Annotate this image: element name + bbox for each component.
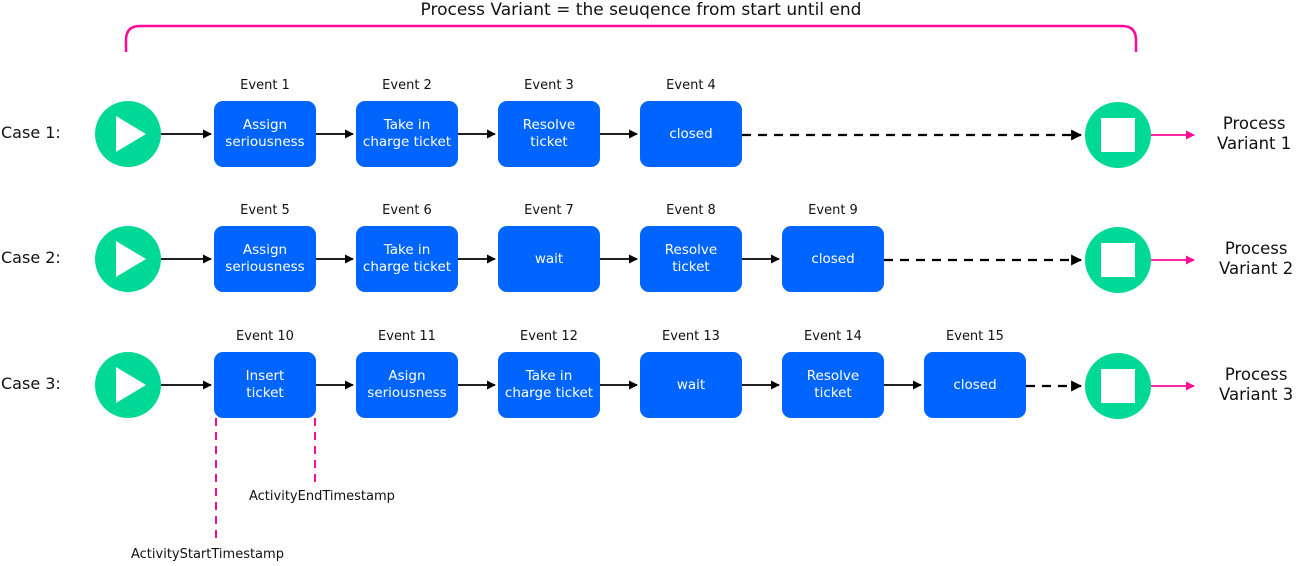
event-label: Event 2	[382, 78, 432, 93]
case-label: Case 3:	[1, 374, 61, 393]
event-label: Event 6	[382, 203, 432, 218]
event-label: Event 15	[946, 329, 1004, 344]
activity-box[interactable]: Resolve ticket	[782, 352, 884, 418]
stop-icon	[1101, 243, 1135, 277]
activity-box[interactable]: Assign seriousness	[214, 226, 316, 292]
event-label: Event 8	[666, 203, 716, 218]
activity-box[interactable]: closed	[782, 226, 884, 292]
event-label: Event 11	[378, 329, 436, 344]
event-label: Event 9	[808, 203, 858, 218]
variant-bracket	[124, 24, 1138, 52]
event-label: Event 3	[524, 78, 574, 93]
activity-box[interactable]: Take in charge ticket	[356, 101, 458, 167]
stop-icon	[1101, 369, 1135, 403]
activity-box[interactable]: closed	[640, 101, 742, 167]
event-label: Event 10	[236, 329, 294, 344]
event-label: Event 14	[804, 329, 862, 344]
process-variant-label: Process Variant 3	[1219, 365, 1294, 404]
event-label: Event 12	[520, 329, 578, 344]
activity-box[interactable]: Resolve ticket	[498, 101, 600, 167]
event-label: Event 7	[524, 203, 574, 218]
activity-box[interactable]: Asign seriousness	[356, 352, 458, 418]
stop-icon	[1101, 118, 1135, 152]
event-label: Event 13	[662, 329, 720, 344]
case-label: Case 1:	[1, 123, 61, 142]
activity-box[interactable]: Take in charge ticket	[356, 226, 458, 292]
event-label: Event 1	[240, 78, 290, 93]
activity-box[interactable]: Insert ticket	[214, 352, 316, 418]
process-variant-label: Process Variant 2	[1219, 239, 1294, 278]
event-label: Event 4	[666, 78, 716, 93]
case-label: Case 2:	[1, 248, 61, 267]
activity-box[interactable]: wait	[640, 352, 742, 418]
activity-box[interactable]: wait	[498, 226, 600, 292]
activity-box[interactable]: Assign seriousness	[214, 101, 316, 167]
end-timestamp-label: ActivityEndTimestamp	[249, 489, 395, 504]
diagram-title: Process Variant = the seuqence from star…	[420, 0, 862, 20]
process-variant-label: Process Variant 1	[1217, 114, 1292, 153]
activity-box[interactable]: closed	[924, 352, 1026, 418]
activity-box[interactable]: Resolve ticket	[640, 226, 742, 292]
event-label: Event 5	[240, 203, 290, 218]
start-timestamp-label: ActivityStartTimestamp	[131, 547, 284, 562]
activity-box[interactable]: Take in charge ticket	[498, 352, 600, 418]
